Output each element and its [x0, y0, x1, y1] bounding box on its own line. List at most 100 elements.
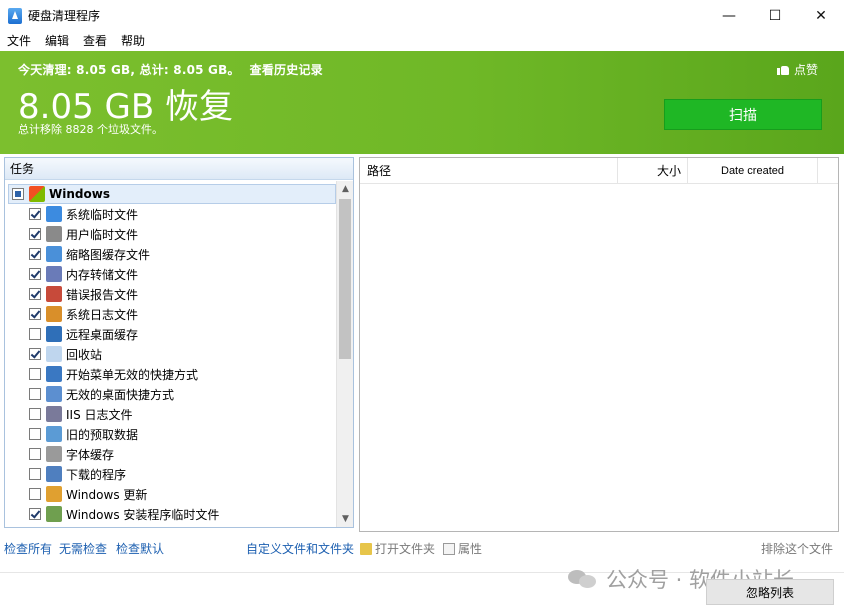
- properties-icon: [443, 542, 455, 555]
- task-label: 用户临时文件: [66, 227, 139, 242]
- task-label: 系统日志文件: [66, 307, 139, 322]
- group-windows[interactable]: Windows: [8, 184, 336, 204]
- windows-update-icon: [46, 486, 62, 502]
- task-checkbox[interactable]: [29, 388, 41, 400]
- task-item[interactable]: 回收站: [29, 344, 102, 364]
- task-item[interactable]: 开始菜单无效的快捷方式: [29, 364, 198, 384]
- task-checkbox[interactable]: [29, 308, 41, 320]
- file-list-panel: 路径 大小 Date created: [359, 157, 839, 532]
- iis-log-icon: [46, 406, 62, 422]
- task-label: 系统临时文件: [66, 207, 139, 222]
- menu-help[interactable]: 帮助: [116, 31, 150, 51]
- column-size[interactable]: 大小: [618, 158, 688, 184]
- menu-file[interactable]: 文件: [2, 31, 36, 51]
- task-item[interactable]: 远程桌面缓存: [29, 324, 138, 344]
- task-label: 缩略图缓存文件: [66, 247, 151, 262]
- removed-count: 总计移除 8828 个垃圾文件。: [18, 123, 163, 136]
- folder-icon: [360, 542, 372, 555]
- cleanup-summary: 今天清理: 8.05 GB, 总计: 8.05 GB。 查看历史记录: [18, 61, 323, 78]
- task-item[interactable]: 下载的程序: [29, 464, 126, 484]
- close-button[interactable]: ✕: [798, 0, 844, 31]
- memory-dump-icon: [46, 266, 62, 282]
- window-title: 硬盘清理程序: [28, 9, 101, 23]
- task-label: Windows 更新: [66, 487, 148, 502]
- task-item[interactable]: 无效的桌面快捷方式: [29, 384, 174, 404]
- task-label: 开始菜单无效的快捷方式: [66, 367, 199, 382]
- summary-banner: 今天清理: 8.05 GB, 总计: 8.05 GB。 查看历史记录 8.05 G…: [0, 51, 844, 154]
- task-scrollbar[interactable]: ▲ ▼: [336, 181, 353, 527]
- menu-bar: 文件 编辑 查看 帮助: [0, 31, 844, 51]
- exclude-file-link[interactable]: 排除这个文件: [761, 540, 833, 557]
- scroll-thumb[interactable]: [339, 199, 351, 359]
- scroll-up-icon[interactable]: ▲: [337, 181, 353, 197]
- properties-label: 属性: [458, 542, 483, 556]
- action-links: 检查所有 无需检查 检查默认 自定义文件和文件夹 打开文件夹 属性 排除这个文件: [0, 537, 844, 557]
- task-checkbox[interactable]: [29, 288, 41, 300]
- task-checkbox[interactable]: [29, 348, 41, 360]
- thumbnail-icon: [46, 246, 62, 262]
- task-label: 字体缓存: [66, 447, 115, 462]
- task-checkbox[interactable]: [29, 328, 41, 340]
- downloaded-programs-icon: [46, 466, 62, 482]
- task-item[interactable]: Windows 安装程序临时文件: [29, 504, 219, 524]
- task-checkbox[interactable]: [29, 428, 41, 440]
- task-item[interactable]: IIS 日志文件: [29, 404, 133, 424]
- check-all-link[interactable]: 检查所有: [4, 540, 52, 557]
- task-label: 内存转储文件: [66, 267, 139, 282]
- system-log-icon: [46, 306, 62, 322]
- task-label: 无效的桌面快捷方式: [66, 387, 175, 402]
- task-checkbox[interactable]: [29, 208, 41, 220]
- task-item[interactable]: 系统日志文件: [29, 304, 138, 324]
- windows-temp-icon: [46, 206, 62, 222]
- task-label: 下载的程序: [66, 467, 127, 482]
- scan-button[interactable]: 扫描: [664, 99, 822, 130]
- task-item[interactable]: Windows 更新: [29, 484, 147, 504]
- prefetch-icon: [46, 426, 62, 442]
- app-icon: [8, 7, 22, 24]
- task-checkbox[interactable]: [29, 468, 41, 480]
- scroll-down-icon[interactable]: ▼: [337, 511, 353, 527]
- maximize-button[interactable]: ☐: [752, 0, 798, 31]
- group-label: Windows: [49, 187, 110, 201]
- custom-files-link[interactable]: 自定义文件和文件夹: [246, 540, 354, 557]
- task-item[interactable]: 错误报告文件: [29, 284, 138, 304]
- task-label: 回收站: [66, 347, 103, 362]
- task-item[interactable]: 内存转储文件: [29, 264, 138, 284]
- task-item[interactable]: 系统临时文件: [29, 204, 138, 224]
- task-item[interactable]: 用户临时文件: [29, 224, 138, 244]
- title-bar: 硬盘清理程序 — ☐ ✕: [0, 0, 844, 31]
- windows-logo-icon: [29, 186, 45, 202]
- task-checkbox[interactable]: [29, 448, 41, 460]
- task-label: 错误报告文件: [66, 287, 139, 302]
- history-link[interactable]: 查看历史记录: [250, 63, 323, 77]
- menu-view[interactable]: 查看: [78, 31, 112, 51]
- check-none-link[interactable]: 无需检查: [59, 540, 107, 557]
- column-date-created[interactable]: Date created: [688, 158, 818, 184]
- check-default-link[interactable]: 检查默认: [116, 540, 164, 557]
- desktop-shortcut-icon: [46, 386, 62, 402]
- task-item[interactable]: 字体缓存: [29, 444, 114, 464]
- task-checkbox[interactable]: [29, 228, 41, 240]
- group-checkbox[interactable]: [12, 188, 24, 200]
- task-checkbox[interactable]: [29, 408, 41, 420]
- column-path[interactable]: 路径: [360, 158, 618, 184]
- task-checkbox[interactable]: [29, 368, 41, 380]
- file-list-header: 路径 大小 Date created: [360, 158, 838, 184]
- open-folder-link[interactable]: 打开文件夹: [360, 540, 435, 557]
- ignore-list-button[interactable]: 忽略列表: [706, 579, 834, 605]
- user-temp-icon: [46, 226, 62, 242]
- minimize-button[interactable]: —: [706, 0, 752, 31]
- like-button[interactable]: 点赞: [776, 61, 818, 78]
- task-item[interactable]: 旧的预取数据: [29, 424, 138, 444]
- task-checkbox[interactable]: [29, 488, 41, 500]
- task-tree: Windows 系统临时文件 用户临时文件 缩略图缓存文件 内存转储文件 错误报告文件系…: [5, 181, 336, 527]
- task-checkbox[interactable]: [29, 268, 41, 280]
- summary-text: 今天清理: 8.05 GB, 总计: 8.05 GB。: [18, 63, 240, 77]
- open-folder-label: 打开文件夹: [375, 542, 436, 556]
- task-checkbox[interactable]: [29, 248, 41, 260]
- task-header: 任务: [5, 158, 353, 180]
- menu-edit[interactable]: 编辑: [40, 31, 74, 51]
- task-checkbox[interactable]: [29, 508, 41, 520]
- properties-link[interactable]: 属性: [443, 540, 482, 557]
- task-item[interactable]: 缩略图缓存文件: [29, 244, 150, 264]
